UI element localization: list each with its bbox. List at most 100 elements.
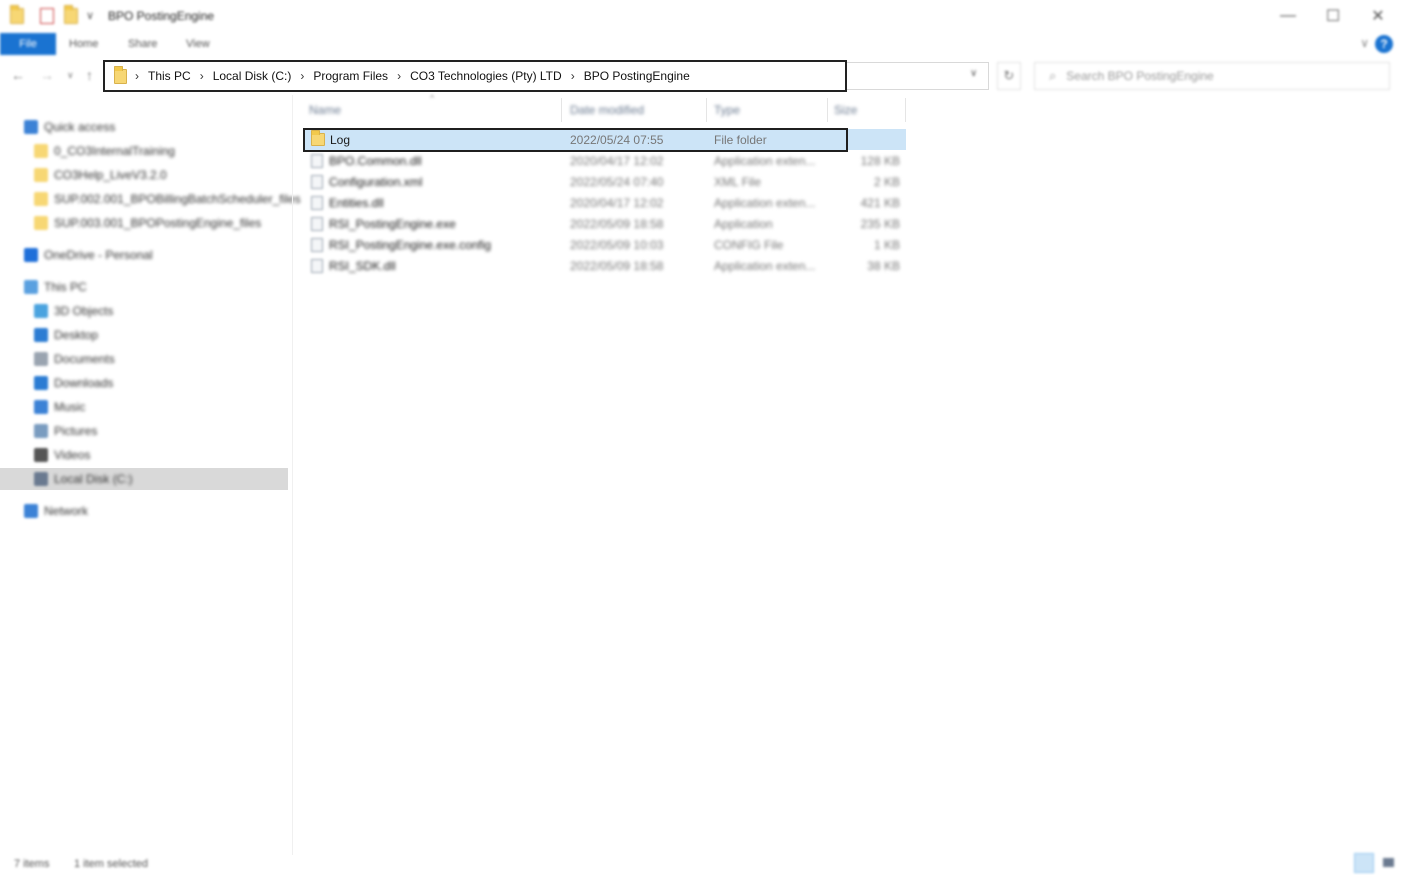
column-divider[interactable] — [706, 98, 707, 122]
download-arrow-icon — [34, 376, 48, 390]
sidebar-item[interactable]: Downloads — [0, 372, 288, 394]
picture-icon — [34, 424, 48, 438]
sidebar-item-label: Videos — [54, 448, 91, 462]
large-icons-view-button[interactable] — [1378, 853, 1398, 873]
type-cell: File folder — [714, 132, 767, 147]
breadcrumb-this-pc[interactable]: This PC — [148, 69, 191, 83]
sidebar-item[interactable]: 0_CO3InternalTraining — [0, 140, 288, 162]
breadcrumb-co3-technologies[interactable]: CO3 Technologies (Pty) LTD — [410, 69, 562, 83]
sidebar-item[interactable]: SUP.003.001_BPOPostingEngine_files — [0, 212, 288, 234]
file-name-cell[interactable]: RSI_SDK.dll — [303, 255, 561, 276]
column-divider[interactable] — [905, 98, 906, 122]
sidebar-item-label: SUP.002.001_BPOBillingBatchScheduler_fil… — [54, 192, 301, 206]
properties-icon[interactable] — [40, 8, 54, 24]
breadcrumb-bpo-postingengine[interactable]: BPO PostingEngine — [584, 69, 690, 83]
help-icon[interactable]: ? — [1375, 35, 1393, 53]
up-button[interactable]: ↑ — [86, 67, 93, 83]
sidebar-item-label: Quick access — [44, 120, 116, 134]
minimize-button[interactable]: — — [1273, 4, 1303, 28]
file-row[interactable]: RSI_PostingEngine.exe.config 2022/05/09 1… — [303, 234, 906, 255]
file-name-cell[interactable]: RSI_PostingEngine.exe.config — [303, 234, 561, 255]
pane-divider[interactable] — [292, 95, 293, 855]
breadcrumb-separator[interactable]: › — [571, 69, 575, 83]
close-button[interactable]: ✕ — [1363, 4, 1393, 28]
sidebar-item[interactable]: Desktop — [0, 324, 288, 346]
sidebar-item-label: 3D Objects — [54, 304, 114, 318]
search-icon: ⌕ — [1049, 68, 1057, 83]
column-header-name[interactable]: Name — [309, 96, 559, 124]
file-name-cell[interactable]: RSI_PostingEngine.exe — [303, 213, 561, 234]
file-row[interactable]: Configuration.xml 2022/05/24 07:40 XML Fil… — [303, 171, 906, 192]
file-name-cell[interactable]: Log — [303, 129, 561, 150]
column-divider[interactable] — [827, 98, 828, 122]
search-input[interactable]: ⌕ Search BPO PostingEngine — [1034, 62, 1390, 90]
sidebar-item[interactable]: Quick access — [0, 116, 288, 138]
breadcrumb-separator[interactable]: › — [397, 69, 401, 83]
recent-locations-icon[interactable]: ∨ — [67, 70, 74, 81]
size-cell: 1 KB — [873, 237, 900, 252]
config-file-icon — [311, 237, 323, 252]
tab-home[interactable]: Home — [69, 38, 98, 50]
sidebar-item-label: OneDrive - Personal — [44, 248, 153, 262]
search-placeholder: Search BPO PostingEngine — [1066, 69, 1214, 83]
refresh-icon: ↻ — [1003, 68, 1015, 83]
file-name-cell[interactable]: Entities.dll — [303, 192, 561, 213]
file-row[interactable]: RSI_SDK.dll 2022/05/09 18:58 Application e… — [303, 255, 906, 276]
type-cell: CONFIG File — [714, 237, 784, 252]
tab-view[interactable]: View — [186, 38, 210, 50]
file-row[interactable]: RSI_PostingEngine.exe 2022/05/09 18:58 App… — [303, 213, 906, 234]
qat-dropdown-icon[interactable]: ∨ — [86, 9, 94, 22]
back-button[interactable]: ← — [11, 67, 25, 83]
cube-icon — [34, 304, 48, 318]
sidebar-item-label: CO3Help_LiveV3.2.0 — [54, 168, 167, 182]
sidebar-item[interactable]: SUP.002.001_BPOBillingBatchScheduler_fil… — [0, 188, 301, 210]
breadcrumb-local-disk[interactable]: Local Disk (C:) — [213, 69, 292, 83]
type-cell: Application exten... — [714, 153, 816, 168]
file-name-cell[interactable]: BPO.Common.dll — [303, 150, 561, 171]
column-divider[interactable] — [561, 98, 562, 122]
address-bar[interactable]: › This PC › Local Disk (C:) › Program Fi… — [103, 60, 847, 92]
column-header-type[interactable]: Type — [714, 96, 824, 124]
sidebar-item[interactable]: Videos — [0, 444, 288, 466]
expand-ribbon-icon[interactable]: ∨ — [1360, 36, 1369, 50]
sidebar-item[interactable]: Documents — [0, 348, 288, 370]
tab-share[interactable]: Share — [128, 38, 157, 50]
file-row[interactable]: BPO.Common.dll 2020/04/17 12:02 Applicatio… — [303, 150, 906, 171]
details-view-button[interactable] — [1354, 853, 1374, 873]
column-header-size[interactable]: Size — [834, 96, 894, 124]
sidebar-item[interactable]: CO3Help_LiveV3.2.0 — [0, 164, 288, 186]
sidebar-item[interactable]: Local Disk (C:) — [0, 468, 288, 490]
address-dropdown-icon[interactable]: ∨ — [970, 68, 977, 79]
sidebar-item[interactable]: OneDrive - Personal — [0, 244, 288, 266]
maximize-button[interactable]: ☐ — [1318, 4, 1348, 28]
file-row[interactable]: Entities.dll 2020/04/17 12:02 Application … — [303, 192, 906, 213]
sidebar-item[interactable]: Music — [0, 396, 288, 418]
sidebar-item-label: Network — [44, 504, 89, 518]
breadcrumb-separator[interactable]: › — [200, 69, 204, 83]
sidebar-item[interactable]: This PC — [0, 276, 288, 298]
file-name: Entities.dll — [329, 195, 384, 210]
size-cell — [834, 129, 900, 150]
folder-icon — [311, 130, 325, 146]
breadcrumb-separator[interactable]: › — [300, 69, 304, 83]
window-title: BPO PostingEngine — [108, 9, 215, 23]
new-folder-icon[interactable] — [64, 5, 78, 24]
file-row[interactable]: Log 2022/05/24 07:55 File folder — [303, 128, 906, 152]
sidebar-item[interactable]: Network — [0, 500, 288, 522]
sidebar-item-label: SUP.003.001_BPOPostingEngine_files — [54, 216, 262, 230]
refresh-button[interactable]: ↻ — [997, 62, 1021, 90]
file-name: RSI_SDK.dll — [329, 258, 396, 273]
breadcrumb-program-files[interactable]: Program Files — [313, 69, 388, 83]
sidebar-item[interactable]: 3D Objects — [0, 300, 288, 322]
type-cell: Application exten... — [714, 258, 816, 273]
sidebar-item[interactable]: Pictures — [0, 420, 288, 442]
address-bar-extension[interactable] — [847, 62, 989, 90]
forward-button[interactable]: → — [40, 67, 54, 83]
pin-star-icon — [24, 120, 38, 134]
sidebar-item-label: This PC — [44, 280, 87, 294]
file-name-cell[interactable]: Configuration.xml — [303, 171, 561, 192]
size-cell: 128 KB — [860, 153, 900, 168]
tab-file[interactable]: File — [0, 33, 56, 55]
date-modified-cell: 2022/05/09 10:03 — [570, 237, 664, 252]
column-header-date-modified[interactable]: Date modified — [570, 96, 705, 124]
